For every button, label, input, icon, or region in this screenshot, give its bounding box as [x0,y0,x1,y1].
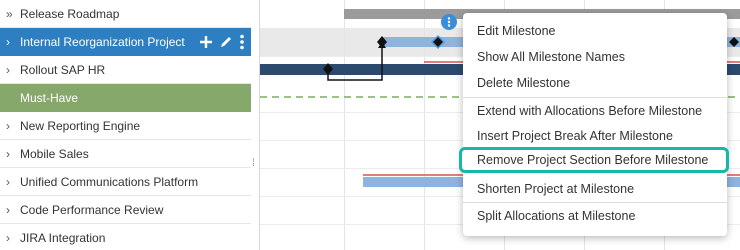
menu-item-remove-project-section[interactable]: Remove Project Section Before Milestone [459,147,729,173]
chevron-right-icon[interactable]: › [6,119,20,133]
chevron-right-icon[interactable]: › [6,203,20,217]
project-label: Rollout SAP HR [20,62,106,77]
menu-item-split-allocations[interactable]: Split Allocations at Milestone [463,203,727,229]
menu-item-extend-with-allocations[interactable]: Extend with Allocations Before Milestone [463,98,727,124]
pencil-icon[interactable] [219,35,233,49]
project-label: Internal Reorganization Project [20,34,185,49]
project-label: Code Performance Review [20,202,164,217]
project-row-unified-communications[interactable]: › Unified Communications Platform [0,168,251,196]
project-label: Unified Communications Platform [20,174,199,189]
project-label: JIRA Integration [20,231,106,245]
chevron-right-icon[interactable]: › [6,231,20,245]
project-label: Release Roadmap [20,6,120,21]
resize-grip-icon[interactable]: ⁞ [252,158,255,169]
project-row-release-roadmap[interactable]: » Release Roadmap [0,0,251,28]
menu-item-shorten-project[interactable]: Shorten Project at Milestone [463,176,727,202]
menu-item-insert-project-break[interactable]: Insert Project Break After Milestone [463,123,727,149]
project-list: » Release Roadmap › Internal Reorganizat… [0,0,251,250]
project-row-jira-integration[interactable]: › JIRA Integration [0,224,251,250]
kebab-icon[interactable] [239,34,245,50]
row-actions [199,28,245,56]
project-label: New Reporting Engine [20,118,141,133]
chevron-right-icon[interactable]: › [6,175,20,189]
group-label: Must-Have [20,90,79,105]
double-chevron-icon[interactable]: » [6,7,20,21]
chevron-right-icon[interactable]: › [6,35,20,49]
kebab-icon-dot [447,20,451,24]
menu-item-show-all-milestone-names[interactable]: Show All Milestone Names [463,44,727,70]
menu-item-delete-milestone[interactable]: Delete Milestone [463,70,727,96]
project-row-mobile-sales[interactable]: › Mobile Sales [0,140,251,168]
chevron-right-icon[interactable]: › [6,147,20,161]
plus-icon[interactable] [199,35,213,49]
group-row-must-have[interactable]: Must-Have [0,84,251,112]
project-row-new-reporting-engine[interactable]: › New Reporting Engine [0,112,251,140]
project-row-internal-reorganization[interactable]: › Internal Reorganization Project [0,28,251,56]
project-row-code-performance-review[interactable]: › Code Performance Review [0,196,251,224]
project-label: Mobile Sales [20,146,89,161]
kebab-icon-dot [447,24,451,27]
menu-item-edit-milestone[interactable]: Edit Milestone [463,18,727,44]
chevron-right-icon[interactable]: › [6,63,20,77]
project-row-rollout-sap-hr[interactable]: › Rollout SAP HR [0,56,251,84]
kebab-icon [447,17,451,20]
milestone-context-menu: Edit Milestone Show All Milestone Names … [459,13,729,236]
